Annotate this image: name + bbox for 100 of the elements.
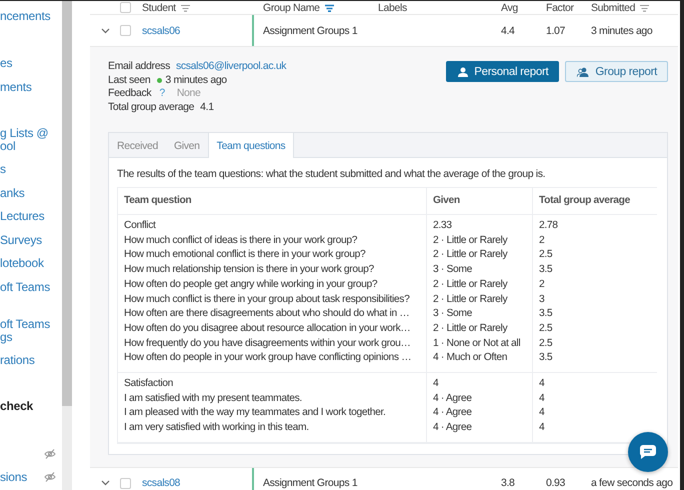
field-value: None: [176, 87, 201, 100]
group-report-button[interactable]: Group report: [565, 61, 668, 82]
table-cell: 3 · Some: [426, 263, 532, 278]
personal-report-button[interactable]: Personal report: [446, 61, 560, 82]
chevron-down-icon[interactable]: [100, 480, 110, 486]
sidebar-link[interactable]: oft Teams: [0, 280, 50, 294]
table-cell: 2 · Little or Rarely: [426, 234, 532, 248]
sidebar-link[interactable]: lotebook: [0, 257, 44, 270]
table-cell: 2 · Little or Rarely: [426, 248, 532, 264]
table-cell: Assignment Groups 1: [263, 477, 358, 490]
table-cell-text: How much relationship tension is there in your work group?: [123, 263, 375, 278]
table-cell-text: How much emotional conflict is there in your work group?: [123, 248, 366, 262]
table-cell: 2.5: [532, 322, 657, 337]
sidebar-link[interactable]: s: [0, 163, 6, 176]
table-cell: 3: [532, 292, 657, 308]
column-header[interactable]: Submitted: [591, 2, 636, 14]
table-cell: Assignment Groups 1: [263, 24, 358, 36]
help-link[interactable]: ?: [159, 87, 165, 100]
column-header: Total group average: [532, 188, 657, 214]
tab[interactable]: Team questions: [208, 133, 294, 158]
person-icon: [458, 66, 468, 76]
people-icon: [577, 66, 590, 76]
student-link[interactable]: scsals06: [142, 24, 252, 36]
table-cell: 4 · Agree: [426, 392, 532, 406]
column-header: Team question: [123, 194, 192, 208]
field-label: Last seen: [108, 74, 150, 87]
field-label: Email address: [108, 60, 170, 74]
table-cell: 2 · Little or Rarely: [426, 278, 532, 293]
scrollbar-thumb[interactable]: [62, 1, 72, 406]
table-cell-text: How often do people get angry while working in your group?: [123, 278, 378, 292]
table-cell: 3.5: [532, 307, 657, 322]
sort-icon[interactable]: [180, 4, 190, 12]
table-cell: 2.33: [426, 215, 532, 234]
sidebar-link[interactable]: g Lists @ ool: [0, 126, 48, 152]
table-cell-text: Conflict: [123, 219, 157, 233]
table-cell-text: 0.93: [546, 477, 566, 490]
column-header[interactable]: Student: [142, 2, 176, 14]
column-header: Factor: [546, 2, 574, 14]
field-value: 3 minutes ago: [165, 74, 227, 87]
table-cell-text: Satisfaction: [123, 377, 174, 392]
table-cell-text: I am very satisfied with working in this team.: [123, 421, 310, 436]
table-cell: 4 · Agree: [426, 406, 532, 422]
table-cell-text: How often are there disagreements about who should do what in …: [123, 307, 410, 322]
table-cell: 4: [532, 373, 657, 392]
tab[interactable]: Given: [166, 133, 208, 158]
table-cell: 4: [532, 392, 657, 406]
email-link[interactable]: scsals06@liverpool.ac.uk: [176, 60, 286, 74]
table-cell-text: 3.8: [501, 477, 516, 490]
tab[interactable]: Received: [109, 133, 166, 158]
table-cell-text: a few seconds ago: [591, 477, 674, 490]
sidebar-link[interactable]: anks: [0, 186, 25, 200]
table-cell: 3.5: [532, 351, 657, 372]
field-label: Total group average: [108, 100, 194, 114]
table-cell: 2: [532, 278, 657, 293]
sidebar-link[interactable]: sions: [0, 470, 28, 484]
sidebar-link[interactable]: es: [0, 57, 12, 70]
select-all-checkbox[interactable]: [120, 2, 131, 13]
sidebar-link[interactable]: ncements: [0, 10, 50, 23]
sort-icon[interactable]: [640, 4, 650, 12]
table-cell-text: How much conflict is there in your group about task responsibilities?: [123, 292, 410, 307]
row-checkbox[interactable]: [120, 25, 131, 36]
table-cell: 4 · Much or Often: [426, 351, 532, 372]
table-cell: 2.5: [532, 248, 657, 264]
chevron-down-icon[interactable]: [100, 28, 110, 34]
column-header[interactable]: Group Name: [252, 2, 320, 14]
hidden-eye-icon: [44, 472, 56, 482]
table-cell-text: How much conflict of ideas is there in your work group?: [123, 234, 358, 248]
sidebar-link[interactable]: rations: [0, 354, 35, 367]
table-cell: 4: [532, 406, 657, 422]
table-cell: 3.5: [532, 263, 657, 278]
column-header: Avg: [501, 2, 518, 14]
sidebar-link[interactable]: ments: [0, 80, 32, 94]
sidebar-heading: check: [0, 400, 34, 413]
table-cell-text: I am pleased with the way my teammates and I work together.: [123, 406, 387, 420]
table-cell-text: 3 minutes ago: [591, 24, 654, 36]
table-cell: 4: [426, 373, 532, 392]
table-cell-text: 4.4: [501, 24, 516, 36]
table-cell: 1 · None or Not at all: [426, 336, 532, 352]
table-cell-text: How frequently do you have disagreements within your work grou…: [123, 336, 412, 351]
column-header: Given: [426, 188, 532, 214]
sidebar-link[interactable]: Lectures: [0, 210, 44, 223]
field-value: 4.1: [200, 100, 214, 114]
sort-icon[interactable]: [324, 4, 334, 12]
table-cell: 4 · Agree: [426, 421, 532, 442]
table-cell-text: How often do people in your work group have conflicting opinions …: [123, 351, 412, 366]
hidden-eye-icon: [44, 448, 56, 458]
table-cell: 2.5: [532, 336, 657, 352]
table-cell: 2: [532, 234, 657, 248]
sidebar-link[interactable]: oft Teams gs: [0, 318, 50, 344]
column-header: Labels: [378, 2, 407, 14]
field-label: Feedback: [108, 87, 152, 100]
table-cell: 2.78: [532, 215, 657, 234]
table-cell: 2 · Little or Rarely: [426, 292, 532, 308]
chat-bubble-icon: [640, 445, 656, 459]
sidebar-link[interactable]: Surveys: [0, 234, 42, 246]
table-cell: 2 · Little or Rarely: [426, 322, 532, 337]
student-link[interactable]: scsals08: [142, 477, 252, 490]
description-text: The results of the team questions: what the student submitted and what the average of the group is.: [117, 168, 546, 180]
table-cell-text: 1.07: [546, 24, 566, 36]
row-checkbox[interactable]: [120, 478, 131, 489]
